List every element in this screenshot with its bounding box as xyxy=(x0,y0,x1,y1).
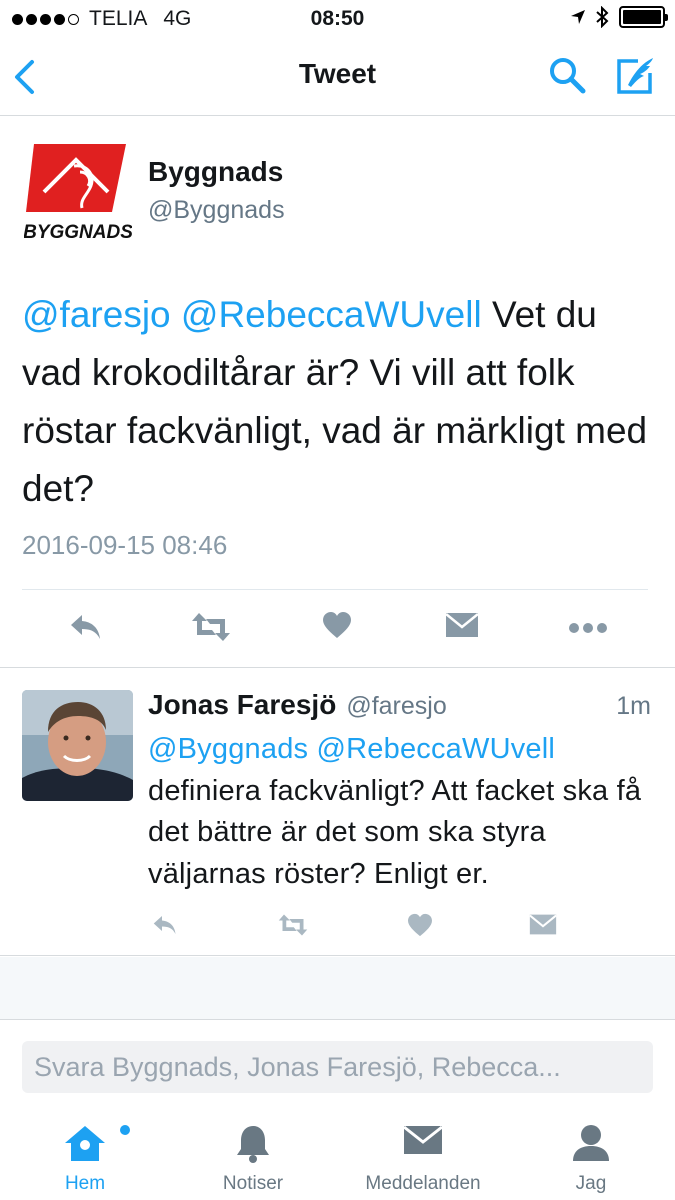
status-bar: TELIA 4G 08:50 xyxy=(0,0,675,40)
envelope-icon xyxy=(403,1125,443,1154)
mention-link[interactable]: @RebeccaWUvell xyxy=(317,733,556,765)
reply-icon[interactable] xyxy=(68,611,104,643)
reply-compose-bar xyxy=(0,1021,675,1101)
person-icon xyxy=(573,1125,609,1161)
tab-home[interactable]: Hem xyxy=(15,1101,155,1200)
mention-link[interactable]: @Byggnads xyxy=(148,733,308,765)
byggnads-logo[interactable]: BYGGNADS xyxy=(23,142,133,243)
tweet-timestamp: 2016-09-15 08:46 xyxy=(22,530,228,560)
status-icons xyxy=(570,6,668,28)
location-icon xyxy=(571,10,585,24)
tab-notifications[interactable]: Notiser xyxy=(183,1101,323,1200)
tab-messages[interactable]: Meddelanden xyxy=(353,1101,493,1200)
reply-icon[interactable] xyxy=(150,913,180,937)
reply-author-name[interactable]: Jonas Faresjö xyxy=(148,689,336,721)
nav-bar: Tweet xyxy=(0,40,675,116)
mention-link[interactable]: @RebeccaWUvell xyxy=(181,294,482,335)
svg-text:BYGGNADS: BYGGNADS xyxy=(24,222,132,242)
bluetooth-icon xyxy=(596,6,609,28)
divider xyxy=(22,589,648,590)
reply-header: Jonas Faresjö @faresjo xyxy=(148,689,447,721)
tab-label: Meddelanden xyxy=(365,1173,481,1194)
search-icon[interactable] xyxy=(548,56,588,96)
tab-label: Jag xyxy=(575,1173,607,1194)
compose-tweet-icon[interactable] xyxy=(614,55,656,97)
bell-icon xyxy=(237,1126,269,1163)
home-icon xyxy=(65,1126,105,1161)
author-name[interactable]: Byggnads xyxy=(148,156,283,188)
like-heart-icon[interactable] xyxy=(322,611,352,639)
reply-body: definiera fackvänligt? Att facket ska få… xyxy=(148,774,642,890)
retweet-icon[interactable] xyxy=(275,913,311,937)
reply-tweet[interactable]: Jonas Faresjö @faresjo 1m @Byggnads @Reb… xyxy=(0,669,675,956)
main-tweet: BYGGNADS Byggnads @Byggnads @faresjo @Re… xyxy=(0,116,675,668)
author-handle[interactable]: @Byggnads xyxy=(148,196,285,225)
like-heart-icon[interactable] xyxy=(407,913,433,937)
reply-input[interactable] xyxy=(22,1041,653,1093)
more-options-icon[interactable] xyxy=(568,622,608,634)
direct-message-icon[interactable] xyxy=(529,913,557,936)
direct-message-icon[interactable] xyxy=(445,611,479,639)
tab-bar: Hem Notiser Meddelanden Jag xyxy=(0,1101,675,1200)
reply-text: @Byggnads @RebeccaWUvell definiera fackv… xyxy=(148,729,668,895)
empty-separator xyxy=(0,957,675,1020)
tab-label: Notiser xyxy=(222,1173,284,1194)
tab-me[interactable]: Jag xyxy=(521,1101,661,1200)
tab-label: Hem xyxy=(64,1173,106,1194)
battery-icon xyxy=(619,6,668,28)
mention-link[interactable]: @faresjo xyxy=(22,294,171,335)
retweet-icon[interactable] xyxy=(190,611,232,643)
unread-indicator xyxy=(120,1125,130,1135)
reply-author-handle[interactable]: @faresjo xyxy=(346,692,446,721)
tweet-text: @faresjo @RebeccaWUvell Vet du vad kroko… xyxy=(22,286,662,518)
avatar[interactable] xyxy=(22,690,133,801)
reply-timestamp: 1m xyxy=(616,692,651,720)
